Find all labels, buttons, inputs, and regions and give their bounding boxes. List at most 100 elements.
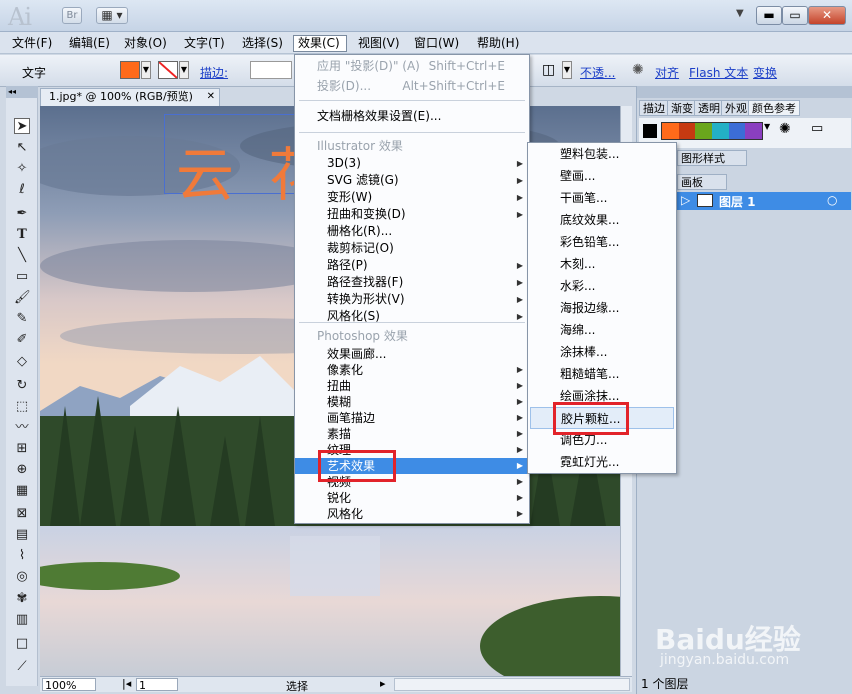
menu-file[interactable]: 文件(F) bbox=[8, 35, 56, 52]
scale-tool-icon[interactable]: ⬚ bbox=[14, 399, 30, 415]
base-color-swatch[interactable] bbox=[643, 124, 657, 138]
menu-path[interactable]: 路径(P) ▶ bbox=[295, 257, 529, 274]
menu-object[interactable]: 对象(O) bbox=[120, 35, 171, 52]
submenu-rough-pastels[interactable]: 粗糙蜡笔... bbox=[528, 363, 676, 385]
shape-builder-tool-icon[interactable]: ⊕ bbox=[14, 462, 30, 478]
tab-gradient[interactable]: 渐变 bbox=[667, 100, 697, 116]
menu-distort-transform[interactable]: 扭曲和变换(D) ▶ bbox=[295, 206, 529, 223]
menu-apply-last-effect[interactable]: 应用 "投影(D)" (A) Shift+Ctrl+E bbox=[295, 55, 529, 77]
submenu-plastic-wrap[interactable]: 塑料包装... bbox=[528, 143, 676, 165]
tab-transparency[interactable]: 透明 bbox=[694, 100, 724, 116]
magic-wand-tool-icon[interactable]: ✧ bbox=[14, 161, 30, 177]
layer-row[interactable]: ▷ 图层 1 ○ bbox=[677, 192, 851, 210]
menu-sharpen[interactable]: 锐化 ▶ bbox=[295, 490, 529, 506]
mesh-tool-icon[interactable]: ⊠ bbox=[14, 506, 30, 522]
align-link[interactable]: 对齐 bbox=[655, 64, 679, 81]
menu-select[interactable]: 选择(S) bbox=[238, 35, 287, 52]
close-button[interactable]: ✕ bbox=[808, 6, 846, 25]
minimize-button[interactable]: ▬ bbox=[756, 6, 782, 25]
menu-effect[interactable]: 效果(C) bbox=[293, 35, 347, 52]
recolor-artwork-icon[interactable]: ✺ bbox=[779, 121, 791, 137]
submenu-cutout[interactable]: 木刻... bbox=[528, 253, 676, 275]
close-tab-icon[interactable]: ✕ bbox=[207, 89, 215, 105]
menu-convert-to-shape[interactable]: 转换为形状(V) ▶ bbox=[295, 291, 529, 308]
submenu-fresco[interactable]: 壁画... bbox=[528, 165, 676, 187]
blob-brush-tool-icon[interactable]: ✐ bbox=[14, 332, 30, 348]
fill-color-swatch[interactable] bbox=[120, 61, 140, 79]
menu-blur[interactable]: 模糊 ▶ bbox=[295, 394, 529, 410]
submenu-smudge-stick[interactable]: 涂抹棒... bbox=[528, 341, 676, 363]
tools-collapse-icon[interactable]: ◂◂ bbox=[6, 86, 38, 98]
direct-selection-tool-icon[interactable]: ↖ bbox=[14, 140, 30, 156]
menu-view[interactable]: 视图(V) bbox=[354, 35, 404, 52]
harmony-dropdown-icon[interactable]: ▼ bbox=[764, 122, 770, 131]
menu-sketch[interactable]: 素描 ▶ bbox=[295, 426, 529, 442]
tab-color-guide[interactable]: 颜色参考 bbox=[748, 100, 800, 116]
tab-artboards[interactable]: 画板 bbox=[677, 174, 727, 190]
harmony-swatches[interactable] bbox=[661, 122, 763, 140]
stroke-color-swatch[interactable] bbox=[158, 61, 178, 79]
submenu-underpainting[interactable]: 底纹效果... bbox=[528, 209, 676, 231]
style-dropdown-icon[interactable]: ▼ bbox=[562, 61, 572, 79]
perspective-grid-tool-icon[interactable]: ▦ bbox=[14, 483, 30, 499]
status-arrow-icon[interactable]: ▸ bbox=[380, 677, 386, 690]
gradient-tool-icon[interactable]: ▤ bbox=[14, 527, 30, 543]
pen-tool-icon[interactable]: ✒ bbox=[14, 206, 30, 222]
maximize-button[interactable]: ▭ bbox=[782, 6, 808, 25]
submenu-watercolor[interactable]: 水彩... bbox=[528, 275, 676, 297]
brush-icon[interactable]: ◫ bbox=[542, 62, 555, 78]
menu-brush-strokes[interactable]: 画笔描边 ▶ bbox=[295, 410, 529, 426]
stroke-dropdown-icon[interactable]: ▼ bbox=[179, 61, 189, 79]
free-transform-tool-icon[interactable]: ⊞ bbox=[14, 441, 30, 457]
zoom-select[interactable]: 100% bbox=[42, 678, 96, 692]
column-graph-tool-icon[interactable]: ▥ bbox=[14, 612, 30, 628]
opacity-link[interactable]: 不透... bbox=[580, 64, 615, 81]
first-page-icon[interactable]: |◂ bbox=[122, 677, 131, 690]
submenu-neon-glow[interactable]: 霓虹灯光... bbox=[528, 451, 676, 473]
menu-effect-gallery[interactable]: 效果画廊... bbox=[295, 346, 529, 362]
slice-tool-icon[interactable]: ⟋ bbox=[14, 659, 30, 675]
arrange-documents-button[interactable]: ▦ ▾ bbox=[96, 7, 128, 24]
layer-expand-icon[interactable]: ▷ bbox=[681, 193, 690, 207]
layer-target-icon[interactable]: ○ bbox=[827, 193, 837, 207]
line-tool-icon[interactable]: ╲ bbox=[14, 248, 30, 264]
menu-3d[interactable]: 3D(3) ▶ bbox=[295, 155, 529, 172]
warp-tool-icon[interactable]: 〰 bbox=[14, 420, 30, 436]
menu-warp[interactable]: 变形(W) ▶ bbox=[295, 189, 529, 206]
layer-name[interactable]: 图层 1 bbox=[719, 193, 756, 210]
menu-stylize-ps[interactable]: 风格化 ▶ bbox=[295, 506, 529, 522]
menu-window[interactable]: 窗口(W) bbox=[410, 35, 463, 52]
type-tool-icon[interactable]: T bbox=[14, 227, 30, 243]
workspace-dropdown-icon[interactable]: ▼ bbox=[736, 8, 744, 19]
bridge-button[interactable]: Br bbox=[62, 7, 82, 24]
paintbrush-tool-icon[interactable]: 🖌 bbox=[14, 290, 31, 306]
fill-dropdown-icon[interactable]: ▼ bbox=[141, 61, 151, 79]
menu-crop-marks[interactable]: 裁剪标记(O) bbox=[295, 240, 529, 257]
artboard-tool-icon[interactable]: □ bbox=[14, 636, 30, 652]
document-tab[interactable]: 1.jpg* @ 100% (RGB/预览) ✕ bbox=[40, 88, 220, 106]
lasso-tool-icon[interactable]: ℓ bbox=[14, 182, 30, 198]
transform-link[interactable]: 变换 bbox=[753, 64, 777, 81]
menu-pathfinder[interactable]: 路径查找器(F) ▶ bbox=[295, 274, 529, 291]
selection-tool-icon[interactable]: ➤ bbox=[14, 118, 30, 134]
menu-distort[interactable]: 扭曲 ▶ bbox=[295, 378, 529, 394]
stroke-weight-input[interactable] bbox=[250, 61, 292, 79]
menu-edit[interactable]: 编辑(E) bbox=[65, 35, 114, 52]
symbol-sprayer-tool-icon[interactable]: ✾ bbox=[14, 591, 30, 607]
eraser-tool-icon[interactable]: ◇ bbox=[14, 354, 30, 370]
horizontal-scrollbar[interactable] bbox=[394, 678, 630, 691]
blend-tool-icon[interactable]: ◎ bbox=[14, 569, 30, 585]
menu-last-effect[interactable]: 投影(D)... Alt+Shift+Ctrl+E bbox=[295, 75, 529, 97]
stroke-link[interactable]: 描边: bbox=[200, 64, 228, 81]
eyedropper-tool-icon[interactable]: ⌇ bbox=[14, 548, 30, 564]
rectangle-tool-icon[interactable]: ▭ bbox=[14, 269, 30, 285]
menu-raster-settings[interactable]: 文档栅格效果设置(E)... bbox=[295, 105, 529, 127]
tab-appearance[interactable]: 外观 bbox=[721, 100, 751, 116]
menu-help[interactable]: 帮助(H) bbox=[473, 35, 523, 52]
save-group-icon[interactable]: ▭ bbox=[811, 121, 823, 136]
page-select[interactable]: 1 bbox=[136, 678, 178, 692]
submenu-dry-brush[interactable]: 干画笔... bbox=[528, 187, 676, 209]
menu-pixelate[interactable]: 像素化 ▶ bbox=[295, 362, 529, 378]
tab-stroke[interactable]: 描边 bbox=[639, 100, 669, 116]
menu-svg-filters[interactable]: SVG 滤镜(G) ▶ bbox=[295, 172, 529, 189]
